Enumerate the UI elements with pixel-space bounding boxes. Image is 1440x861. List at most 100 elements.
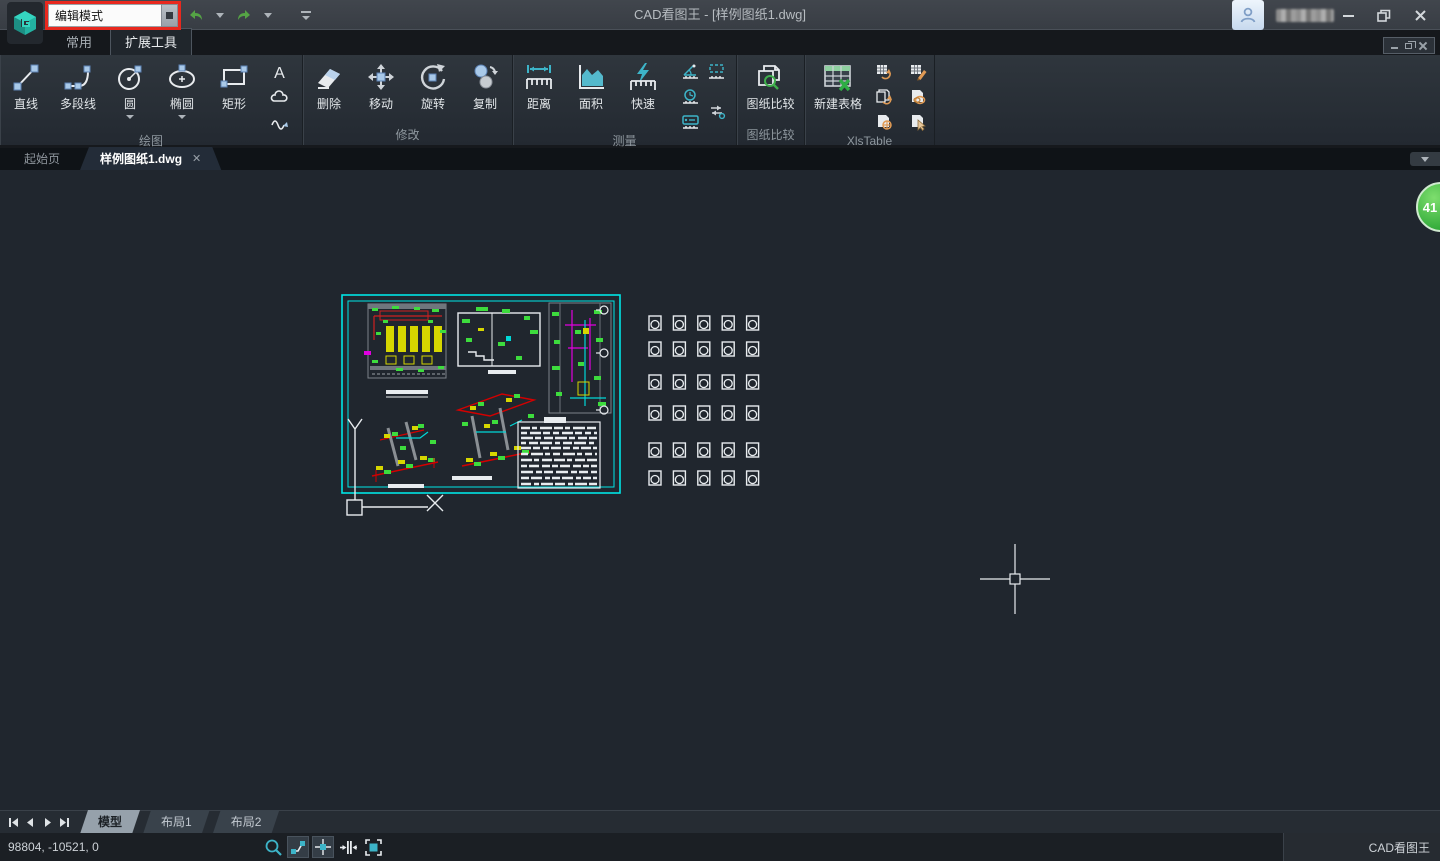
coordinate-measure-button[interactable] bbox=[677, 111, 703, 133]
rotate-button[interactable]: 旋转 bbox=[407, 59, 459, 112]
select-table-button[interactable] bbox=[905, 111, 931, 133]
object-snap-button[interactable] bbox=[337, 836, 359, 858]
restore-icon bbox=[1377, 9, 1391, 22]
group-xlstable: 新建表格 bbox=[805, 55, 935, 145]
minimize-button[interactable] bbox=[1334, 4, 1362, 26]
circle-dropdown-icon[interactable] bbox=[126, 115, 134, 119]
drawing-compare-button[interactable]: 图纸比较 bbox=[739, 59, 803, 112]
measure-settings-icon bbox=[707, 102, 726, 121]
fullscreen-button[interactable] bbox=[362, 836, 384, 858]
snap-arrows-icon bbox=[339, 838, 358, 857]
mdi-restore-icon[interactable] bbox=[1405, 43, 1412, 49]
erase-button[interactable]: 删除 bbox=[303, 59, 355, 112]
polyline-button[interactable]: 多段线 bbox=[52, 59, 104, 112]
coordinate-measure-icon bbox=[681, 113, 700, 132]
drawing-compare-icon bbox=[755, 61, 787, 93]
tab-extended-tools[interactable]: 扩展工具 bbox=[110, 28, 192, 55]
link-table-button[interactable] bbox=[905, 86, 931, 108]
mode-selector-dropdown-button[interactable] bbox=[161, 4, 178, 27]
user-avatar[interactable] bbox=[1232, 0, 1264, 30]
measure-settings-button[interactable] bbox=[703, 100, 729, 122]
caret-down-icon bbox=[1421, 157, 1429, 162]
elevation-cluster bbox=[549, 303, 611, 414]
snap-toggle-button[interactable] bbox=[312, 836, 334, 858]
drawing-canvas[interactable]: 41 bbox=[0, 170, 1440, 810]
quick-measure-button[interactable]: 快速 bbox=[617, 59, 669, 112]
group-measure: 距离 面积 快速 bbox=[513, 55, 737, 145]
ellipse-dropdown-icon[interactable] bbox=[178, 115, 186, 119]
rotate-icon bbox=[417, 61, 449, 93]
group-compare: 图纸比较 图纸比较 bbox=[737, 55, 805, 145]
copy-button[interactable]: 复制 bbox=[459, 59, 511, 112]
cursor-coordinates: 98804, -10521, 0 bbox=[0, 840, 99, 854]
prev-layout-icon[interactable] bbox=[25, 817, 36, 828]
rectangle-button[interactable]: 矩形 bbox=[208, 59, 260, 112]
status-bar: 98804, -10521, 0 bbox=[0, 833, 1440, 861]
link-table-icon bbox=[909, 88, 928, 107]
cad-drawing bbox=[0, 170, 1440, 810]
angle-measure-button[interactable] bbox=[677, 61, 703, 83]
close-button[interactable] bbox=[1406, 4, 1434, 26]
doc-tab-close-icon[interactable]: ✕ bbox=[192, 152, 201, 165]
mode-selector[interactable]: 编辑模式 bbox=[48, 4, 161, 27]
first-layout-icon[interactable] bbox=[8, 817, 19, 828]
text-tool-button[interactable]: A bbox=[266, 61, 292, 83]
crosshair-cursor bbox=[980, 544, 1050, 614]
ellipse-button[interactable]: 椭圆 bbox=[156, 59, 208, 119]
restore-button[interactable] bbox=[1370, 4, 1398, 26]
zoom-tool-button[interactable] bbox=[262, 836, 284, 858]
new-table-button[interactable]: 新建表格 bbox=[809, 59, 867, 112]
select-table-icon bbox=[909, 113, 928, 132]
circle-button[interactable]: 圆 bbox=[104, 59, 156, 119]
layout-tab-model[interactable]: 模型 bbox=[80, 810, 140, 834]
layout-tab-strip: 模型 布局1 布局2 bbox=[0, 810, 1440, 833]
tab-home[interactable]: 常用 bbox=[52, 29, 106, 55]
snap-crosshair-icon bbox=[314, 838, 332, 856]
freehand-icon bbox=[270, 113, 289, 132]
cloud-tool-button[interactable] bbox=[266, 86, 292, 108]
ellipse-icon bbox=[166, 61, 198, 93]
quick-measure-icon bbox=[627, 61, 659, 93]
line-button[interactable]: 直线 bbox=[0, 59, 52, 112]
mdi-minimize-icon[interactable] bbox=[1391, 47, 1398, 49]
mdi-close-icon[interactable] bbox=[1419, 42, 1427, 50]
mode-dropdown-icon bbox=[166, 12, 173, 19]
area-button[interactable]: 面积 bbox=[565, 59, 617, 112]
doc-tab-start-page[interactable]: 起始页 bbox=[4, 147, 80, 170]
lineweight-toggle-button[interactable] bbox=[287, 836, 309, 858]
batch-measure-button[interactable] bbox=[703, 61, 729, 83]
last-layout-icon[interactable] bbox=[59, 817, 70, 828]
refresh-sheets-button[interactable] bbox=[871, 86, 897, 108]
rectangle-icon bbox=[218, 61, 250, 93]
angle-measure-icon bbox=[681, 63, 700, 82]
arc-measure-button[interactable] bbox=[677, 86, 703, 108]
panel-collapse-handle[interactable] bbox=[1410, 152, 1440, 166]
edit-table-button[interactable] bbox=[905, 61, 931, 83]
locate-table-button[interactable] bbox=[871, 111, 897, 133]
doc-tab-current[interactable]: 样例图纸1.dwg ✕ bbox=[80, 147, 221, 170]
plan-view-cluster bbox=[364, 304, 446, 397]
distance-button[interactable]: 距离 bbox=[513, 59, 565, 112]
username-censored bbox=[1276, 9, 1334, 22]
freehand-tool-button[interactable] bbox=[266, 111, 292, 133]
layout-tab-layout1[interactable]: 布局1 bbox=[143, 810, 210, 834]
next-layout-icon[interactable] bbox=[42, 817, 53, 828]
group-label-modify: 修改 bbox=[303, 127, 512, 145]
batch-measure-icon bbox=[707, 63, 726, 82]
mdi-window-controls bbox=[1383, 37, 1435, 54]
layout-tab-layout2[interactable]: 布局2 bbox=[213, 810, 280, 834]
app-logo-icon[interactable] bbox=[7, 2, 43, 44]
arc-measure-icon bbox=[681, 88, 700, 107]
line-icon bbox=[10, 61, 42, 93]
person-icon bbox=[1238, 5, 1258, 25]
measure-small-column-1 bbox=[677, 59, 703, 133]
isometric-cluster-left bbox=[372, 422, 438, 488]
group-label-measure: 测量 bbox=[513, 133, 736, 149]
xlstable-small-column-1 bbox=[871, 59, 897, 133]
update-table-button[interactable] bbox=[871, 61, 897, 83]
draw-small-column: A bbox=[266, 59, 292, 133]
distance-icon bbox=[523, 61, 555, 93]
mode-selector-value: 编辑模式 bbox=[55, 7, 103, 24]
move-button[interactable]: 移动 bbox=[355, 59, 407, 112]
user-zone bbox=[1232, 0, 1334, 30]
